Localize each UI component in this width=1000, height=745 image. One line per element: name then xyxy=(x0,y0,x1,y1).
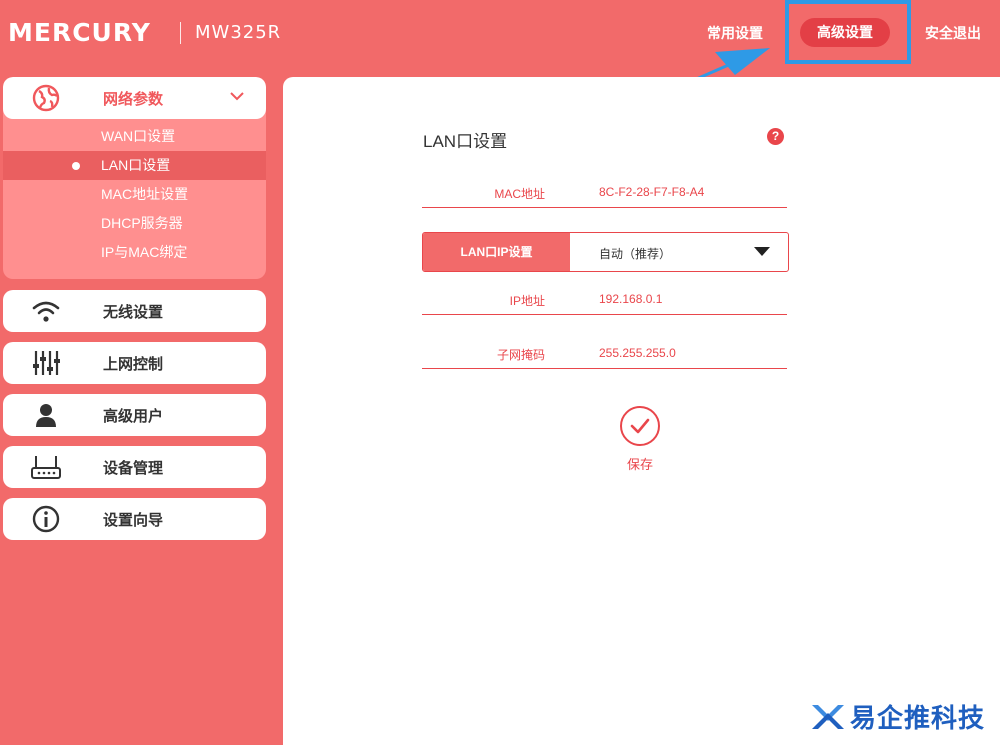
wifi-icon xyxy=(3,299,103,323)
check-icon xyxy=(620,406,660,446)
caret-down-icon xyxy=(754,247,770,256)
subnet-mask-label: 子网掩码 xyxy=(496,348,545,362)
sidebar-item-label: 网络参数 xyxy=(103,90,164,108)
watermark-text: 易企推科技 xyxy=(850,703,986,733)
sidebar-item-wireless[interactable]: 无线设置 xyxy=(3,290,266,332)
sidebar-item-setup-wizard[interactable]: 设置向导 xyxy=(3,498,266,540)
divider xyxy=(422,368,787,369)
globe-icon xyxy=(3,84,103,112)
ip-label: IP地址 xyxy=(509,294,545,308)
chevron-down-icon xyxy=(230,92,244,101)
model-name: MW325R xyxy=(195,22,282,43)
lan-ip-mode-select[interactable]: LAN口IP设置 自动（推荐） xyxy=(422,232,789,272)
router-icon xyxy=(3,454,103,480)
watermark-logo-icon xyxy=(812,704,844,729)
subnet-mask-value[interactable]: 255.255.255.0 xyxy=(599,346,676,360)
page-title: LAN口设置 xyxy=(423,132,508,151)
mac-value: 8C-F2-28-F7-F8-A4 xyxy=(599,185,705,199)
save-label: 保存 xyxy=(626,457,653,472)
sidebar-item-internet-control[interactable]: 上网控制 xyxy=(3,342,266,384)
brand-logo: MERCURY xyxy=(8,18,151,47)
sidebar-subitem-mac[interactable]: MAC地址设置 xyxy=(3,180,266,209)
nav-logout[interactable]: 安全退出 xyxy=(925,23,981,43)
sidebar-item-label: 无线设置 xyxy=(103,303,164,321)
sidebar-item-label: 设置向导 xyxy=(103,511,164,529)
select-label: LAN口IP设置 xyxy=(423,233,570,271)
divider xyxy=(422,314,787,315)
sidebar-item-label: 高级用户 xyxy=(103,407,164,425)
sliders-icon xyxy=(3,349,103,377)
annotation-highlight-box xyxy=(785,0,911,64)
help-icon[interactable]: ? xyxy=(767,128,784,145)
info-icon xyxy=(3,505,103,533)
sidebar-item-label: 上网控制 xyxy=(103,355,164,373)
sidebar-item-advanced-user[interactable]: 高级用户 xyxy=(3,394,266,436)
save-button[interactable]: 保存 xyxy=(620,406,660,473)
ip-value[interactable]: 192.168.0.1 xyxy=(599,292,662,306)
sidebar-subitem-lan[interactable]: LAN口设置 xyxy=(3,151,266,180)
divider xyxy=(422,207,787,208)
brand-divider xyxy=(180,22,181,44)
nav-common-settings[interactable]: 常用设置 xyxy=(707,23,763,43)
mac-label: MAC地址 xyxy=(494,187,545,201)
sidebar-subitem-ip-mac-binding[interactable]: IP与MAC绑定 xyxy=(3,238,266,267)
sidebar-subitem-wan[interactable]: WAN口设置 xyxy=(3,122,266,151)
sidebar-item-device-management[interactable]: 设备管理 xyxy=(3,446,266,488)
sidebar-item-label: 设备管理 xyxy=(103,459,164,477)
sidebar-subitem-dhcp[interactable]: DHCP服务器 xyxy=(3,209,266,238)
user-icon xyxy=(3,403,103,427)
sidebar-group-network: 网络参数 WAN口设置 LAN口设置 MAC地址设置 DHCP服务器 IP与MA… xyxy=(3,77,266,279)
watermark: 易企推科技 xyxy=(810,698,985,735)
main-panel: LAN口设置 ? MAC地址 8C-F2-28-F7-F8-A4 LAN口IP设… xyxy=(283,77,1000,745)
select-value: 自动（推荐） xyxy=(599,247,672,261)
sidebar-item-network-params[interactable]: 网络参数 xyxy=(3,77,266,119)
